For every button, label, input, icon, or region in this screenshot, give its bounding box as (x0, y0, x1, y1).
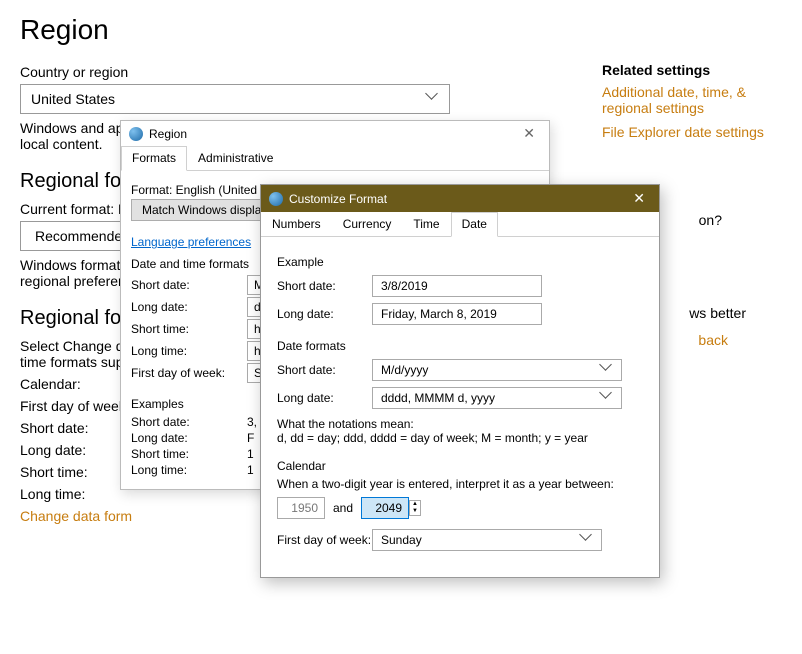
tab-administrative[interactable]: Administrative (187, 146, 284, 170)
date-formats-section: Date formats Short date: M/d/yyyy Long d… (277, 339, 643, 445)
region-tabs: Formats Administrative (121, 146, 549, 171)
country-dropdown[interactable]: United States (20, 84, 450, 114)
year-range-text: When a two-digit year is entered, interp… (277, 477, 643, 491)
customize-format-dialog: Customize Format ✕ Numbers Currency Time… (260, 184, 660, 578)
date-formats-title: Date formats (277, 339, 643, 353)
page-title: Region (20, 14, 782, 46)
short-date-example: 3/8/2019 (372, 275, 542, 297)
tab-time[interactable]: Time (402, 212, 450, 236)
region-titlebar[interactable]: Region ✕ (121, 121, 549, 146)
example-section: Example Short date:3/8/2019 Long date:Fr… (277, 255, 643, 325)
long-date-format-select[interactable]: dddd, MMMM d, yyyy (372, 387, 622, 409)
close-icon[interactable]: ✕ (627, 190, 651, 207)
region-dialog-title: Region (149, 127, 187, 141)
short-date-format-select[interactable]: M/d/yyyy (372, 359, 622, 381)
link-file-explorer-settings[interactable]: File Explorer date settings (602, 124, 782, 140)
long-date-example: Friday, March 8, 2019 (372, 303, 542, 325)
tab-currency[interactable]: Currency (332, 212, 403, 236)
lbl-first-day: First day of week: (131, 366, 241, 380)
tab-date[interactable]: Date (451, 212, 498, 237)
calendar-section: Calendar When a two-digit year is entere… (277, 459, 643, 551)
link-additional-settings[interactable]: Additional date, time, & regional settin… (602, 84, 782, 116)
chevron-down-icon (601, 392, 613, 404)
tab-numbers[interactable]: Numbers (261, 212, 332, 236)
partial-text: on? (699, 212, 722, 228)
year-to-input[interactable]: 2049 (361, 497, 409, 519)
customize-tabs: Numbers Currency Time Date (261, 212, 659, 237)
globe-icon (269, 192, 283, 206)
fmt-lbl-long: Long date: (277, 391, 372, 405)
globe-icon (129, 127, 143, 141)
partial-text: ws better (689, 305, 746, 321)
tab-formats[interactable]: Formats (121, 146, 187, 171)
format-label: Format: English (United (131, 183, 257, 197)
language-preferences-link[interactable]: Language preferences (131, 235, 251, 249)
cal-first-day-label: First day of week: (277, 533, 372, 547)
close-icon[interactable]: ✕ (517, 125, 541, 142)
chevron-down-icon (601, 364, 613, 376)
country-value: United States (31, 91, 115, 107)
customize-titlebar[interactable]: Customize Format ✕ (261, 185, 659, 212)
lbl-short-date: Short date: (131, 278, 241, 292)
chevron-down-icon (581, 534, 593, 546)
ex-short-time-val: 1 (247, 447, 254, 461)
partial-link[interactable]: back (698, 332, 728, 348)
ex-lbl-short-time: Short time: (131, 447, 241, 461)
year-from-input: 1950 (277, 497, 325, 519)
first-day-select[interactable]: Sunday (372, 529, 602, 551)
ex-long-time-val: 1 (247, 463, 254, 477)
ex-lbl-long: Long date: (277, 307, 372, 321)
notation-text: d, dd = day; ddd, dddd = day of week; M … (277, 431, 643, 445)
fmt-lbl-short: Short date: (277, 363, 372, 377)
lbl-short-time: Short time: (131, 322, 241, 336)
ex-lbl-short: Short date: (277, 279, 372, 293)
match-windows-button[interactable]: Match Windows display (131, 199, 278, 221)
related-settings-sidebar: Related settings Additional date, time, … (602, 62, 782, 144)
ex-lbl-short-date: Short date: (131, 415, 241, 429)
spinner-down-icon[interactable]: ▼ (410, 508, 420, 515)
notation-title: What the notations mean: (277, 417, 643, 431)
and-label: and (333, 501, 353, 515)
spinner-up-icon[interactable]: ▲ (410, 501, 420, 508)
sidebar-title: Related settings (602, 62, 782, 78)
calendar-title: Calendar (277, 459, 643, 473)
year-spinner[interactable]: ▲▼ (409, 500, 421, 516)
ex-lbl-long-time: Long time: (131, 463, 241, 477)
chevron-down-icon (427, 93, 439, 105)
lbl-long-time: Long time: (131, 344, 241, 358)
ex-short-date-val: 3, (247, 415, 257, 429)
customize-dialog-title: Customize Format (289, 192, 387, 206)
lbl-long-date: Long date: (131, 300, 241, 314)
example-title: Example (277, 255, 643, 269)
ex-long-date-val: F (247, 431, 254, 445)
ex-lbl-long-date: Long date: (131, 431, 241, 445)
